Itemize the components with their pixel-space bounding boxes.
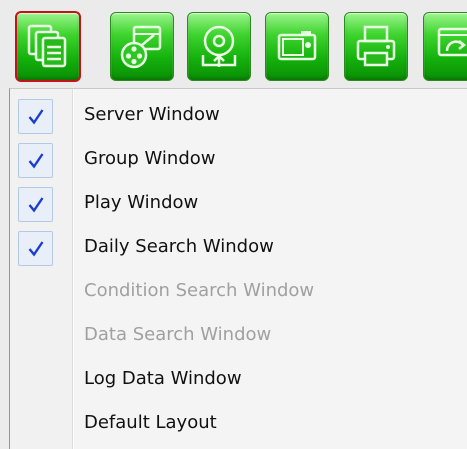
menu-item-label: Play Window (84, 192, 199, 213)
camera-snapshot-icon (277, 31, 317, 61)
menu-item-group-window[interactable]: Group Window (10, 137, 467, 181)
menu-item-label: Server Window (84, 104, 220, 125)
film-reel-playback-icon (120, 25, 162, 69)
snapshot-button[interactable] (265, 12, 329, 81)
menu-item-default-layout[interactable]: Default Layout (10, 401, 467, 445)
checkmark-icon (28, 153, 44, 169)
menu-item-label: Data Search Window (84, 324, 272, 345)
checkmark-icon (28, 197, 44, 213)
upload-button[interactable] (187, 12, 251, 81)
playback-button[interactable] (110, 12, 174, 81)
windows-stack-icon (27, 24, 67, 68)
menu-item-label: Condition Search Window (84, 280, 315, 301)
checkmark-icon (28, 241, 44, 257)
disk-upload-icon (201, 25, 237, 67)
printer-icon (356, 25, 396, 67)
checkmark-indicator (18, 143, 53, 178)
menu-item-label: Group Window (84, 148, 216, 169)
checkmark-indicator (18, 231, 53, 266)
refresh-button[interactable] (423, 12, 467, 81)
menu-item-label: Daily Search Window (84, 236, 274, 257)
windows-dropdown-menu: Server Window Group Window Play Window D… (9, 88, 467, 449)
menu-item-server-window[interactable]: Server Window (10, 93, 467, 137)
refresh-window-icon (437, 27, 467, 57)
menu-item-condition-search-window: Condition Search Window (10, 269, 467, 313)
menu-item-daily-search-window[interactable]: Daily Search Window (10, 225, 467, 269)
print-button[interactable] (344, 12, 408, 81)
menu-item-data-search-window: Data Search Window (10, 313, 467, 357)
windows-menu-button[interactable] (15, 11, 81, 82)
menu-item-play-window[interactable]: Play Window (10, 181, 467, 225)
checkmark-indicator (18, 187, 53, 222)
checkmark-indicator (18, 99, 53, 134)
menu-item-label: Default Layout (84, 412, 217, 433)
menu-item-log-data-window[interactable]: Log Data Window (10, 357, 467, 401)
checkmark-icon (28, 109, 44, 125)
toolbar (0, 0, 467, 88)
menu-item-label: Log Data Window (84, 368, 242, 389)
